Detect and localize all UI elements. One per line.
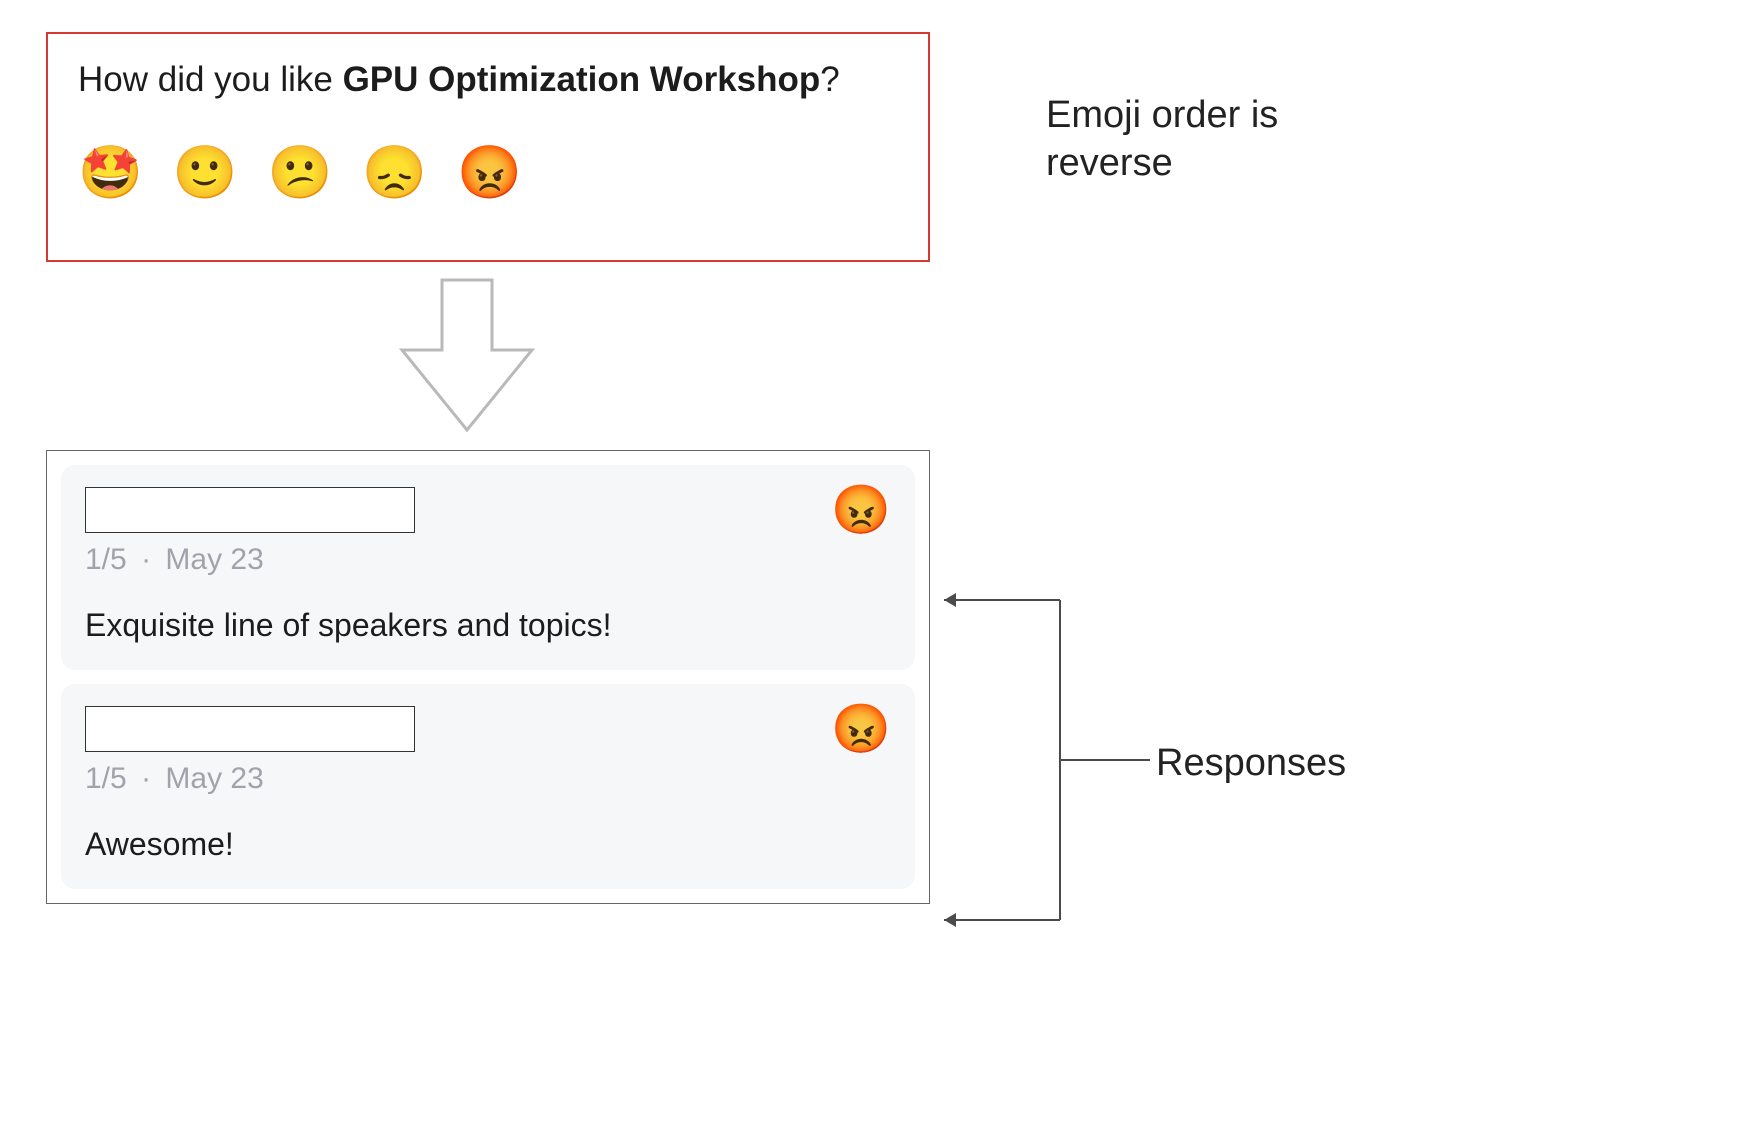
response-card: 1/5 · May 23 Exquisite line of speakers … [61, 465, 915, 670]
confused-icon[interactable]: 😕 [268, 147, 333, 199]
star-struck-icon[interactable]: 🤩 [78, 147, 143, 199]
redacted-name-box [85, 487, 415, 533]
slightly-smiling-icon[interactable]: 🙂 [173, 147, 238, 199]
response-score: 1/5 [85, 543, 127, 576]
annotation-responses: Responses [1156, 740, 1346, 788]
prompt-suffix: ? [820, 60, 839, 99]
disappointed-icon[interactable]: 😞 [362, 147, 427, 199]
response-score: 1/5 [85, 762, 127, 795]
prompt-bold: GPU Optimization Workshop [343, 60, 821, 99]
pouting-icon[interactable]: 😡 [457, 147, 522, 199]
diagram-stage: How did you like GPU Optimization Worksh… [0, 0, 1748, 1140]
annotation-emoji-order: Emoji order is reverse [1046, 92, 1406, 187]
prompt-card: How did you like GPU Optimization Worksh… [46, 32, 930, 262]
meta-separator: · [135, 762, 157, 795]
redacted-name-box [85, 706, 415, 752]
responses-container: 1/5 · May 23 Exquisite line of speakers … [46, 450, 930, 904]
response-text: Exquisite line of speakers and topics! [85, 607, 891, 644]
response-card: 1/5 · May 23 Awesome! 😡 [61, 684, 915, 889]
prompt-question: How did you like GPU Optimization Worksh… [78, 56, 898, 103]
pouting-icon: 😡 [831, 487, 891, 535]
meta-separator: · [135, 543, 157, 576]
connector-arrows-icon [930, 560, 1160, 960]
response-date: May 23 [165, 762, 263, 795]
response-text: Awesome! [85, 826, 891, 863]
response-meta: 1/5 · May 23 [85, 543, 891, 577]
prompt-prefix: How did you like [78, 60, 343, 99]
response-date: May 23 [165, 543, 263, 576]
response-meta: 1/5 · May 23 [85, 762, 891, 796]
pouting-icon: 😡 [831, 706, 891, 754]
down-arrow-icon [392, 270, 542, 440]
emoji-rating-row: 🤩 🙂 😕 😞 😡 [78, 147, 898, 199]
